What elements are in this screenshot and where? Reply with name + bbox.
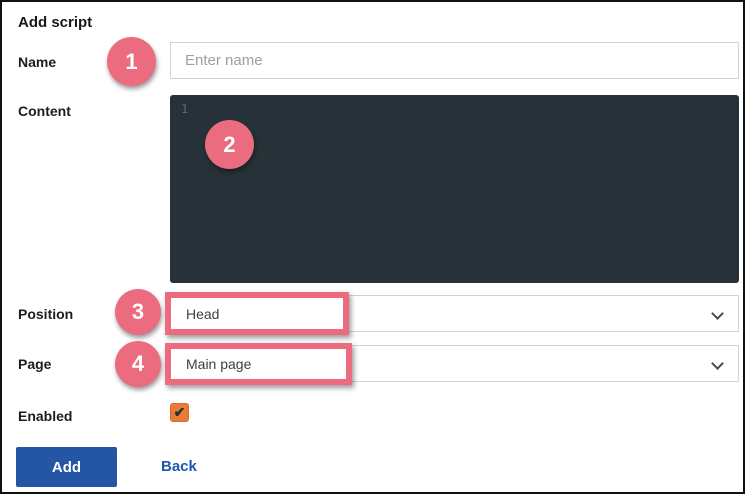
add-script-page: Add script Name Content 1 Position Head … (0, 0, 745, 494)
enabled-label: Enabled (18, 408, 72, 424)
name-input[interactable] (170, 42, 739, 79)
page-title: Add script (18, 14, 92, 31)
editor-line-number: 1 (181, 102, 188, 116)
position-selected-value: Head (171, 306, 219, 322)
chevron-down-icon (713, 309, 722, 318)
annotation-step-2: 2 (205, 120, 254, 169)
check-icon: ✔ (174, 405, 186, 419)
add-button[interactable]: Add (16, 447, 117, 487)
annotation-step-4: 4 (115, 341, 161, 387)
annotation-step-1: 1 (107, 37, 156, 86)
name-label: Name (18, 54, 56, 70)
page-selected-value: Main page (171, 356, 251, 372)
position-select[interactable]: Head (170, 295, 739, 332)
back-link[interactable]: Back (161, 458, 197, 475)
content-label: Content (18, 103, 71, 119)
position-label: Position (18, 306, 73, 322)
enabled-checkbox[interactable]: ✔ (170, 403, 189, 422)
content-code-editor[interactable]: 1 (170, 95, 739, 283)
chevron-down-icon (713, 359, 722, 368)
page-label: Page (18, 356, 51, 372)
page-select[interactable]: Main page (170, 345, 739, 382)
annotation-step-3: 3 (115, 289, 161, 335)
